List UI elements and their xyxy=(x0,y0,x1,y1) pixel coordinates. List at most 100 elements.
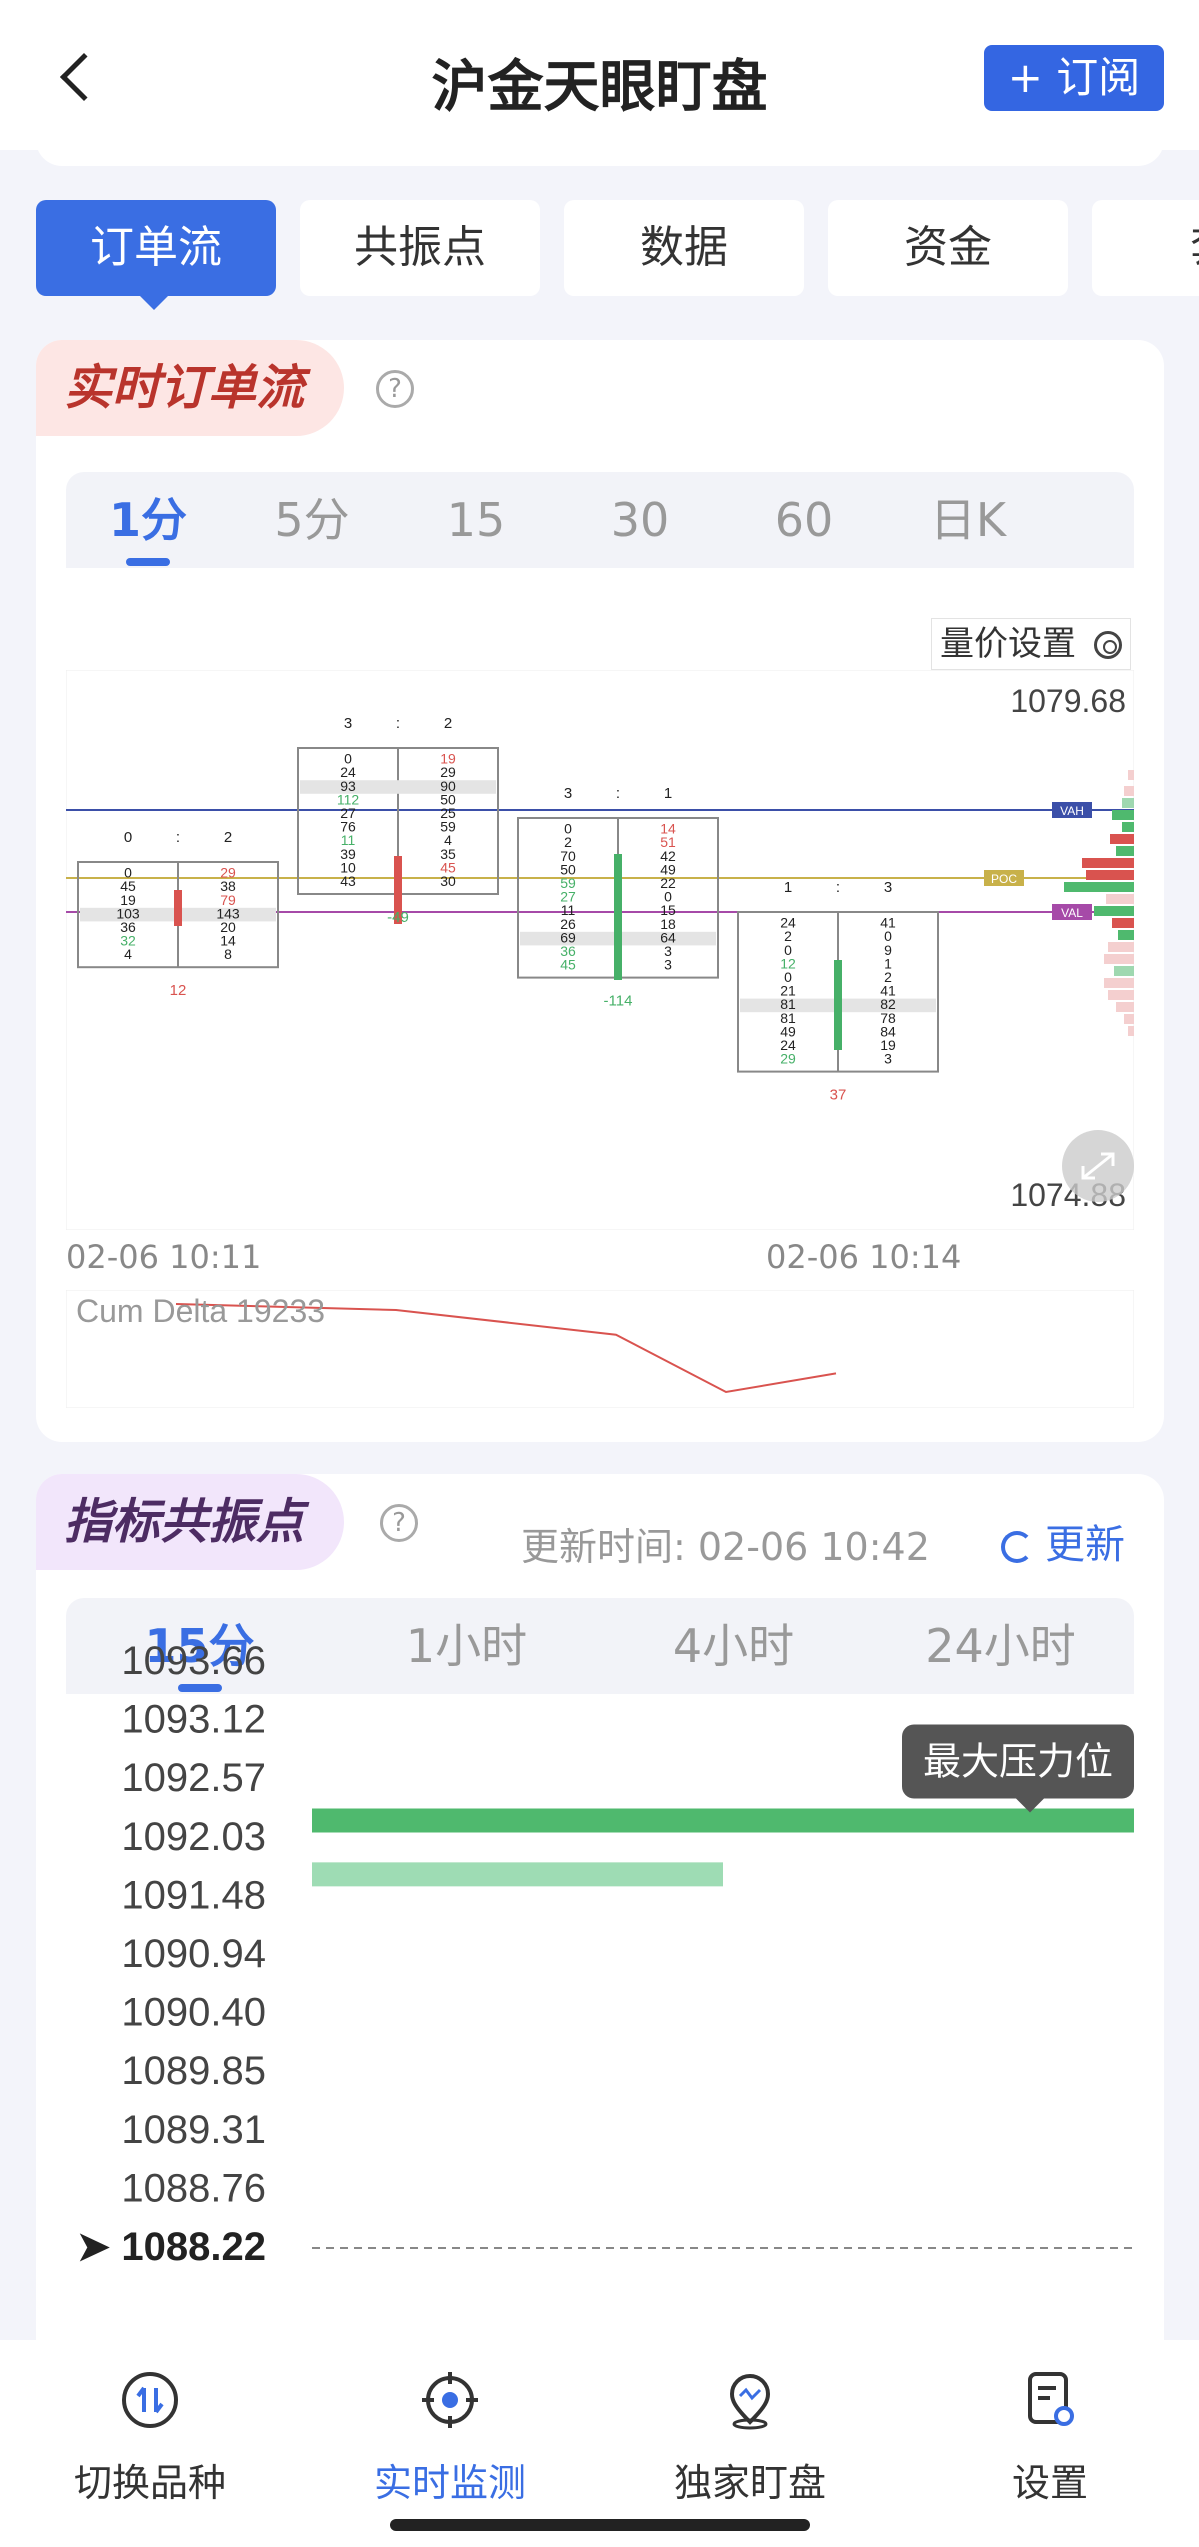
period-1m[interactable]: 1分 xyxy=(66,472,230,568)
tab-resonance[interactable]: 共振点 xyxy=(300,200,540,296)
volume-profile-bar xyxy=(1110,834,1134,844)
candle-header-ask: 1 xyxy=(664,785,672,802)
volume-profile-bar xyxy=(1104,978,1134,988)
candle-header-sep: : xyxy=(396,715,400,732)
price-axis-label: 1092.57 xyxy=(121,1756,266,1800)
candle-delta: -114 xyxy=(604,993,633,1010)
candle-body xyxy=(614,854,622,980)
tab-more[interactable]: 套 xyxy=(1092,200,1199,296)
level-label-val: VAL xyxy=(1061,906,1083,920)
period-5m[interactable]: 5分 xyxy=(230,472,394,568)
section-title: 指标共振点 xyxy=(36,1474,345,1570)
volume-profile-bar xyxy=(1122,798,1134,808)
resonance-card: 指标共振点 ? 更新时间: 02-06 10:42 更新 15分 1小时 4小时… xyxy=(36,1474,1164,2374)
candle-body xyxy=(834,960,842,1050)
subscribe-button[interactable]: + 订阅 xyxy=(984,45,1164,111)
settings-label: 量价设置 xyxy=(940,624,1076,664)
price-axis-label: 1091.48 xyxy=(121,1873,266,1917)
gear-icon xyxy=(1094,631,1122,659)
refresh-icon xyxy=(1001,1531,1033,1563)
period-30[interactable]: 30 xyxy=(558,472,722,568)
help-icon[interactable]: ? xyxy=(376,370,414,408)
nav-realtime-monitor[interactable]: 实时监测 xyxy=(330,2360,570,2505)
level-label-vah: VAH xyxy=(1060,804,1084,818)
nav-label: 独家盯盘 xyxy=(673,2461,826,2505)
nav-settings[interactable]: 设置 xyxy=(930,2360,1170,2505)
volume-profile-bar xyxy=(1106,894,1134,904)
candle-header-sep: : xyxy=(616,785,620,802)
candle-body xyxy=(174,890,182,926)
price-axis-label: 1088.76 xyxy=(121,2166,266,2210)
help-icon[interactable]: ? xyxy=(380,1504,418,1542)
tab-funds[interactable]: 资金 xyxy=(828,200,1068,296)
tab-data[interactable]: 数据 xyxy=(564,200,804,296)
candle-delta: 37 xyxy=(830,1087,847,1104)
refresh-button[interactable]: 更新 xyxy=(1001,1512,1125,1570)
volume-profile-bar xyxy=(1128,1026,1134,1036)
candle-header-bid: 3 xyxy=(564,785,572,802)
candle-bid-value: 29 xyxy=(780,1051,796,1067)
period-60[interactable]: 60 xyxy=(722,472,886,568)
price-axis-label: 1089.31 xyxy=(121,2108,266,2152)
volume-profile-bar xyxy=(1112,810,1134,820)
main-tabs: 订单流 共振点 数据 资金 套 xyxy=(36,200,1199,296)
volume-profile-bar xyxy=(1122,822,1134,832)
candle-ask-value: 3 xyxy=(664,957,672,973)
orderflow-card: 实时订单流 ? 1分 5分 15 30 60 日K 量价设置 VAH POC VAL… xyxy=(36,340,1164,1442)
candle-max-row xyxy=(300,780,496,794)
section-title: 实时订单流 xyxy=(36,340,345,436)
active-tab-pointer xyxy=(140,296,168,310)
candle-header-sep: : xyxy=(176,829,180,846)
volume-profile-bar xyxy=(1116,1002,1134,1012)
bottom-nav: 切换品种 实时监测 独家盯盘 设置 xyxy=(0,2340,1199,2547)
switch-icon xyxy=(122,2372,178,2428)
candle-ask-value: 8 xyxy=(224,946,232,962)
resonance-bar xyxy=(312,1808,1134,1833)
candle-bid-value: 4 xyxy=(124,946,132,962)
volume-profile-bar xyxy=(1114,966,1134,976)
period-day[interactable]: 日K xyxy=(886,472,1050,568)
level-label-poc: POC xyxy=(991,872,1017,886)
candle-delta: 12 xyxy=(170,982,187,999)
candle-ask-value: 30 xyxy=(440,873,456,889)
candle-ask-value: 3 xyxy=(884,1051,892,1067)
price-axis-label: 1093.12 xyxy=(121,1698,266,1742)
volume-price-settings-button[interactable]: 量价设置 xyxy=(931,618,1131,670)
volume-profile-bar xyxy=(1108,990,1134,1000)
cum-delta-label: Cum Delta 19233 xyxy=(76,1293,325,1329)
time-end-label: 02-06 10:14 xyxy=(766,1238,962,1276)
tooltip-text: 最大压力位 xyxy=(923,1740,1113,1784)
candle-header-ask: 2 xyxy=(224,829,232,846)
candle-bid-value: 45 xyxy=(560,957,576,973)
price-axis-label: 1090.40 xyxy=(121,1991,266,2035)
price-axis-label: 1093.66 xyxy=(121,1639,266,1683)
candle-header-sep: : xyxy=(836,879,840,896)
candle-header-bid: 3 xyxy=(344,715,352,732)
candle-header-ask: 3 xyxy=(884,879,892,896)
volume-profile-bar xyxy=(1104,954,1134,964)
cum-delta-chart: Cum Delta 19233 xyxy=(66,1290,1134,1408)
price-axis-label: 1092.03 xyxy=(121,1815,266,1859)
nav-exclusive-watch[interactable]: 独家盯盘 xyxy=(630,2360,870,2505)
nav-label: 切换品种 xyxy=(73,2461,226,2505)
tab-orderflow[interactable]: 订单流 xyxy=(36,200,276,296)
nav-label: 设置 xyxy=(1011,2461,1088,2505)
price-high-label: 1079.68 xyxy=(1010,683,1126,719)
target-icon xyxy=(422,2372,478,2428)
period-selector: 1分 5分 15 30 60 日K xyxy=(66,472,1134,568)
period-15[interactable]: 15 xyxy=(394,472,558,568)
refresh-label: 更新 xyxy=(1045,1522,1125,1568)
nav-switch-symbol[interactable]: 切换品种 xyxy=(30,2360,270,2505)
price-axis-label: 1090.94 xyxy=(121,1932,266,1976)
top-card-edge xyxy=(36,140,1164,166)
map-pin-icon xyxy=(729,2374,771,2430)
period-underline xyxy=(126,558,170,566)
candle-header-ask: 2 xyxy=(444,715,452,732)
home-indicator xyxy=(390,2519,810,2531)
candle-bid-value: 43 xyxy=(340,873,356,889)
candle-header-bid: 0 xyxy=(124,829,132,846)
price-axis-label: 1089.85 xyxy=(121,2049,266,2093)
settings-doc-icon xyxy=(1028,2372,1074,2426)
resonance-chart: 1093.66 1093.12 1092.57 1092.03 1091.48 1090.… xyxy=(77,1639,1134,2269)
update-time: 更新时间: 02-06 10:42 xyxy=(521,1525,930,1569)
